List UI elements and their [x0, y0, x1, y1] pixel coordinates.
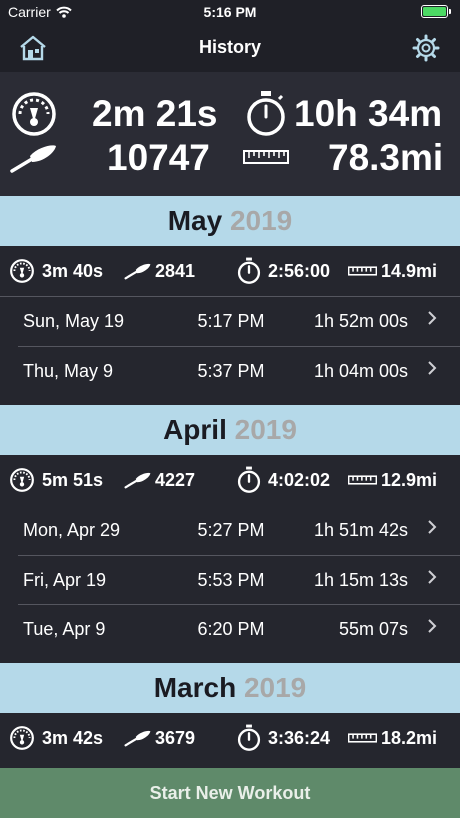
month-summary: 3m 42s 3679 3:36:24 18.2mi: [0, 713, 460, 763]
summary-duration: 4:02:02: [268, 470, 331, 490]
summary-duration: 2:56:00: [268, 261, 331, 281]
oar-icon: [124, 263, 151, 280]
workout-time: 6:20 PM: [197, 619, 265, 639]
workout-date: Tue, Apr 9: [23, 619, 106, 639]
chevron-right-icon: [428, 361, 437, 375]
month-name: May: [167, 205, 223, 236]
list-spacer: [0, 654, 460, 663]
month-name: March: [153, 672, 237, 703]
total-duration: 10h 34m: [294, 93, 443, 134]
nav-bar: History: [0, 24, 460, 72]
section-header-may: May 2019: [0, 196, 460, 246]
summary-strokes: 2841: [155, 261, 196, 281]
start-new-workout-button[interactable]: Start New Workout: [0, 768, 460, 818]
ruler-icon: [348, 733, 377, 743]
speedometer-icon: [12, 92, 56, 136]
stopwatch-icon: [237, 724, 261, 751]
month-year: 2019: [243, 672, 307, 703]
chevron-right-icon: [428, 311, 437, 325]
workout-date: Sun, May 19: [23, 311, 125, 331]
workout-time: 5:27 PM: [197, 520, 265, 540]
oar-icon: [124, 730, 151, 747]
summary-pace: 5m 51s: [42, 470, 104, 490]
status-time: 5:16 PM: [203, 4, 257, 20]
summary-pace: 3m 40s: [42, 261, 104, 281]
chevron-right-icon: [428, 619, 437, 633]
workout-row[interactable]: Tue, Apr 9 6:20 PM 55m 07s: [0, 605, 460, 654]
stopwatch-icon: [237, 257, 261, 284]
summary-distance: 14.9mi: [381, 261, 438, 281]
workout-row[interactable]: Thu, May 9 5:37 PM 1h 04m 00s: [0, 347, 460, 396]
workout-row[interactable]: Mon, Apr 29 5:27 PM 1h 51m 42s: [0, 506, 460, 555]
totals-panel: 2m 21s 10h 34m 10747 78.3mi: [0, 72, 460, 196]
chevron-right-icon: [428, 520, 437, 534]
workout-duration: 1h 52m 00s: [313, 311, 408, 331]
ruler-icon: [348, 266, 377, 276]
speedometer-icon: [10, 468, 34, 492]
gear-icon[interactable]: [412, 34, 440, 62]
summary-distance: 12.9mi: [381, 470, 438, 490]
ruler-icon: [348, 475, 377, 485]
ruler-icon: [243, 150, 289, 164]
workout-time: 5:17 PM: [197, 311, 265, 331]
stopwatch-icon: [237, 466, 261, 493]
summary-duration: 3:36:24: [268, 728, 331, 748]
section-header-april: April 2019: [0, 405, 460, 455]
status-bar: Carrier 5:16 PM: [0, 0, 460, 24]
summary-strokes: 3679: [155, 728, 196, 748]
workout-date: Thu, May 9: [23, 361, 114, 381]
workout-time: 5:53 PM: [197, 570, 265, 590]
month-year: 2019: [234, 414, 297, 445]
total-distance: 78.3mi: [328, 137, 444, 178]
month-summary: 3m 40s 2841 2:56:00 14.9mi: [0, 246, 460, 296]
workout-duration: 1h 51m 42s: [313, 520, 408, 540]
workout-duration: 1h 15m 13s: [313, 570, 408, 590]
oar-icon: [124, 472, 151, 489]
section-header-march: March 2019: [0, 663, 460, 713]
summary-strokes: 4227: [155, 470, 196, 490]
month-name: April: [163, 414, 227, 445]
page-title: History: [198, 37, 261, 57]
workout-duration: 1h 04m 00s: [313, 361, 408, 381]
workout-date: Fri, Apr 19: [23, 570, 107, 590]
stopwatch-icon: [247, 91, 285, 136]
month-summary: 5m 51s 4227 4:02:02 12.9mi: [0, 455, 460, 505]
oar-icon: [10, 145, 56, 173]
summary-pace: 3m 42s: [42, 728, 104, 748]
speedometer-icon: [10, 726, 34, 750]
total-strokes: 10747: [107, 137, 210, 178]
workout-time: 5:37 PM: [197, 361, 265, 381]
workout-date: Mon, Apr 29: [23, 520, 121, 540]
battery-icon: [421, 5, 451, 18]
list-spacer: [0, 396, 460, 405]
month-year: 2019: [229, 205, 293, 236]
workout-row[interactable]: Fri, Apr 19 5:53 PM 1h 15m 13s: [0, 556, 460, 605]
chevron-right-icon: [428, 570, 437, 584]
workout-row[interactable]: Sun, May 19 5:17 PM 1h 52m 00s: [0, 297, 460, 346]
workout-duration: 55m 07s: [338, 619, 408, 639]
summary-distance: 18.2mi: [381, 728, 438, 748]
speedometer-icon: [10, 259, 34, 283]
total-pace: 2m 21s: [92, 93, 218, 134]
